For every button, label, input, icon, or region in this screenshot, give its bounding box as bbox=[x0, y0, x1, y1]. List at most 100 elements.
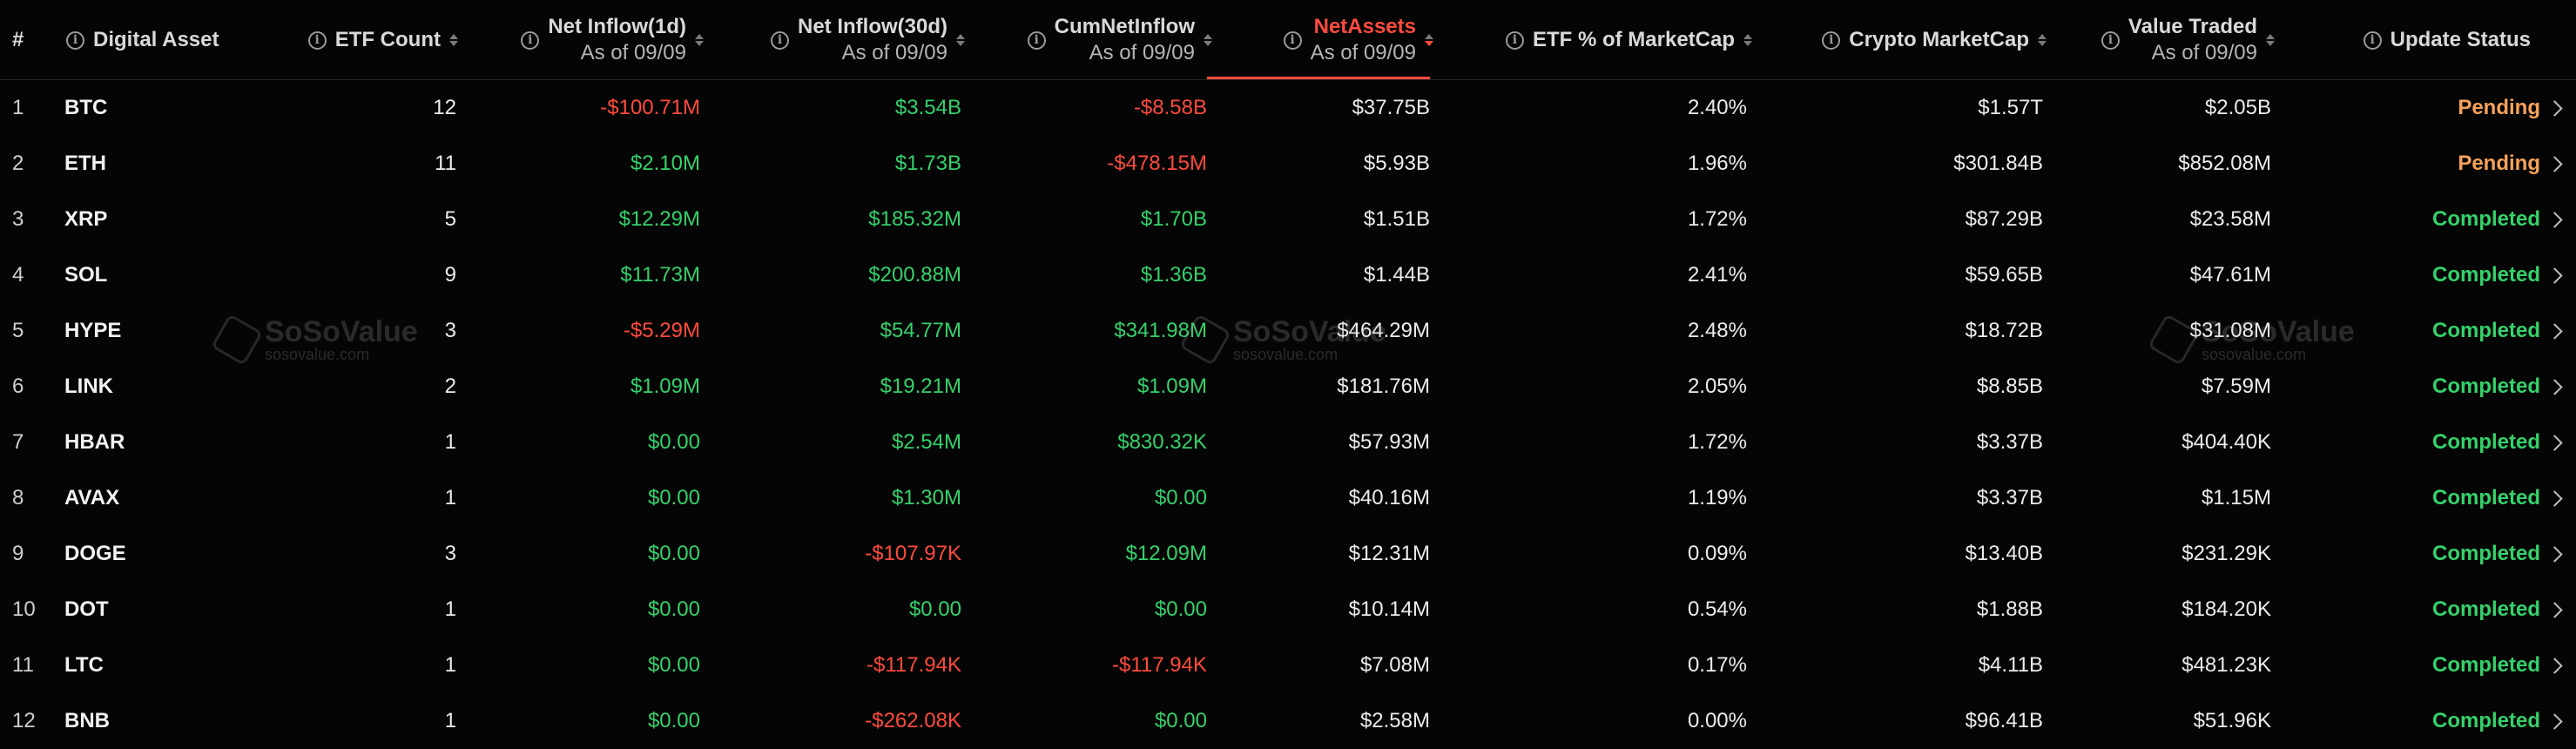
table-row[interactable]: 11 LTC 1 $0.00 -$117.94K -$117.94K $7.08M 0.17%… bbox=[0, 638, 2576, 693]
chevron-right-icon[interactable] bbox=[2546, 378, 2563, 395]
etf-pct-cell: 2.05% bbox=[1480, 359, 1747, 415]
info-icon[interactable]: i bbox=[1822, 30, 1841, 50]
update-status-cell[interactable]: Completed bbox=[2351, 638, 2563, 693]
column-header-cum-net-inflow[interactable]: i CumNetInflow As of 09/09 bbox=[1010, 0, 1212, 80]
column-header-net-inflow-30d[interactable]: i Net Inflow(30d) As of 09/09 bbox=[749, 0, 965, 80]
sort-icon[interactable] bbox=[449, 34, 458, 46]
value-traded-cell: $1.15M bbox=[2073, 470, 2271, 526]
digital-asset-cell[interactable]: LTC bbox=[64, 638, 239, 693]
table-row[interactable]: 6 LINK 2 $1.09M $19.21M $1.09M $181.76M 2.05% $8… bbox=[0, 359, 2576, 415]
update-status-cell[interactable]: Completed bbox=[2351, 303, 2563, 359]
digital-asset-cell[interactable]: XRP bbox=[64, 192, 239, 247]
digital-asset-cell[interactable]: ETH bbox=[64, 136, 239, 192]
column-header-net-assets[interactable]: i NetAssets As of 09/09 bbox=[1219, 0, 1433, 80]
info-icon[interactable]: i bbox=[2363, 30, 2382, 50]
etf-count-cell-value: 5 bbox=[444, 207, 456, 231]
table-row[interactable]: 7 HBAR 1 $0.00 $2.54M $830.32K $57.93M 1.72% $3.… bbox=[0, 415, 2576, 470]
digital-asset-cell[interactable]: DOGE bbox=[64, 526, 239, 582]
update-status-cell[interactable]: Completed bbox=[2351, 470, 2563, 526]
table-row[interactable]: 9 DOGE 3 $0.00 -$107.97K $12.09M $12.31M 0.09% $… bbox=[0, 526, 2576, 582]
table-row[interactable]: 3 XRP 5 $12.29M $185.32M $1.70B $1.51B 1.72% $87… bbox=[0, 192, 2576, 247]
digital-asset-cell[interactable]: BTC bbox=[64, 80, 239, 136]
value-traded-cell: $2.05B bbox=[2073, 80, 2271, 136]
update-status-cell[interactable]: Completed bbox=[2351, 526, 2563, 582]
column-header-net-inflow-1d[interactable]: i Net Inflow(1d) As of 09/09 bbox=[488, 0, 704, 80]
digital-asset-cell[interactable]: LINK bbox=[64, 359, 239, 415]
update-status-cell[interactable]: Pending bbox=[2351, 80, 2563, 136]
digital-asset-cell[interactable]: AVAX bbox=[64, 470, 239, 526]
digital-asset-cell[interactable]: DOT bbox=[64, 582, 239, 638]
digital-asset-cell[interactable]: HYPE bbox=[64, 303, 239, 359]
net-inflow-1d-cell-value: -$5.29M bbox=[623, 319, 700, 342]
sort-icon[interactable] bbox=[2038, 34, 2047, 46]
table-row[interactable]: 1 BTC 12 -$100.71M $3.54B -$8.58B $37.75B 2.40%… bbox=[0, 80, 2576, 136]
update-status-cell[interactable]: Completed bbox=[2351, 247, 2563, 303]
value-traded-header-text: Value Traded As of 09/09 bbox=[2128, 14, 2257, 66]
info-icon[interactable]: i bbox=[2101, 30, 2120, 50]
update-status-cell[interactable]: Completed bbox=[2351, 359, 2563, 415]
row-index: 6 bbox=[12, 359, 56, 415]
digital-asset-cell-value: ETH bbox=[64, 152, 106, 175]
net-assets-cell-value: $2.58M bbox=[1359, 709, 1430, 732]
info-icon[interactable]: i bbox=[771, 30, 789, 50]
chevron-right-icon[interactable] bbox=[2546, 545, 2563, 563]
chevron-right-icon[interactable] bbox=[2546, 434, 2563, 451]
digital-asset-cell[interactable]: SOL bbox=[64, 247, 239, 303]
table-row[interactable]: 8 AVAX 1 $0.00 $1.30M $0.00 $40.16M 1.19% $3.37B… bbox=[0, 470, 2576, 526]
chevron-right-icon[interactable] bbox=[2546, 657, 2563, 674]
net-inflow-30d-cell-value: -$117.94K bbox=[867, 653, 961, 677]
etf-count-cell: 1 bbox=[261, 470, 456, 526]
digital-asset-cell-value: SOL bbox=[64, 263, 108, 287]
update-status-cell[interactable]: Completed bbox=[2351, 415, 2563, 470]
chevron-right-icon[interactable] bbox=[2546, 712, 2563, 730]
update-status-cell[interactable]: Completed bbox=[2351, 192, 2563, 247]
info-icon[interactable]: i bbox=[1505, 30, 1524, 50]
crypto-marketcap-cell-value: $59.65B bbox=[1965, 263, 2043, 287]
sort-icon[interactable] bbox=[2266, 34, 2275, 46]
column-header-digital-asset[interactable]: i Digital Asset bbox=[66, 0, 240, 80]
sort-desc-icon[interactable] bbox=[1425, 34, 1433, 46]
update-status-cell[interactable]: Pending bbox=[2351, 136, 2563, 192]
sort-icon[interactable] bbox=[1204, 34, 1212, 46]
chevron-right-icon[interactable] bbox=[2546, 211, 2563, 228]
info-icon[interactable]: i bbox=[307, 30, 327, 50]
chevron-right-icon[interactable] bbox=[2546, 489, 2563, 507]
chevron-right-icon[interactable] bbox=[2546, 322, 2563, 340]
value-traded-cell-value: $404.40K bbox=[2182, 430, 2271, 454]
update-status-cell[interactable]: Completed bbox=[2351, 693, 2563, 749]
chevron-right-icon[interactable] bbox=[2546, 99, 2563, 117]
row-index: 8 bbox=[12, 470, 56, 526]
net-assets-cell-value: $181.76M bbox=[1337, 374, 1430, 398]
column-header-etf-count[interactable]: i ETF Count bbox=[253, 0, 458, 80]
table-row[interactable]: 2 ETH 11 $2.10M $1.73B -$478.15M $5.93B 1.96% $3… bbox=[0, 136, 2576, 192]
table-row[interactable]: 12 BNB 1 $0.00 -$262.08K $0.00 $2.58M 0.00% $96.… bbox=[0, 693, 2576, 749]
chevron-right-icon[interactable] bbox=[2546, 267, 2563, 284]
sort-icon[interactable] bbox=[695, 34, 704, 46]
net-inflow-30d-cell: $2.54M bbox=[749, 415, 961, 470]
row-index: 12 bbox=[12, 693, 56, 749]
info-icon[interactable]: i bbox=[1283, 30, 1302, 50]
value-traded-cell: $51.96K bbox=[2073, 693, 2271, 749]
cum-net-inflow-cell: $0.00 bbox=[1010, 470, 1207, 526]
info-icon[interactable]: i bbox=[521, 30, 540, 50]
chevron-right-icon[interactable] bbox=[2546, 155, 2563, 172]
chevron-right-icon[interactable] bbox=[2546, 601, 2563, 618]
column-header-crypto-marketcap[interactable]: i Crypto MarketCap bbox=[1794, 0, 2047, 80]
column-header-value-traded[interactable]: i Value Traded As of 09/09 bbox=[2073, 0, 2275, 80]
info-icon[interactable]: i bbox=[1027, 30, 1046, 50]
net-inflow-1d-cell: $0.00 bbox=[488, 693, 700, 749]
sort-icon[interactable] bbox=[956, 34, 965, 46]
column-header-etf-pct-marketcap[interactable]: i ETF % of MarketCap bbox=[1480, 0, 1752, 80]
table-row[interactable]: 10 DOT 1 $0.00 $0.00 $0.00 $10.14M 0.54% $1.88B $… bbox=[0, 582, 2576, 638]
net-inflow-1d-cell-value: $12.29M bbox=[618, 207, 700, 231]
sort-icon[interactable] bbox=[1743, 34, 1752, 46]
etf-count-cell-value: 1 bbox=[444, 486, 456, 509]
table-row[interactable]: 4 SOL 9 $11.73M $200.88M $1.36B $1.44B 2.41% $59… bbox=[0, 247, 2576, 303]
digital-asset-cell[interactable]: BNB bbox=[64, 693, 239, 749]
update-status-cell[interactable]: Completed bbox=[2351, 582, 2563, 638]
column-header-update-status[interactable]: i Update Status bbox=[2343, 0, 2531, 80]
table-row[interactable]: 5 HYPE 3 -$5.29M $54.77M $341.98M $464.29M 2.48… bbox=[0, 303, 2576, 359]
etf-count-cell: 5 bbox=[261, 192, 456, 247]
digital-asset-cell[interactable]: HBAR bbox=[64, 415, 239, 470]
info-icon[interactable]: i bbox=[66, 30, 84, 50]
